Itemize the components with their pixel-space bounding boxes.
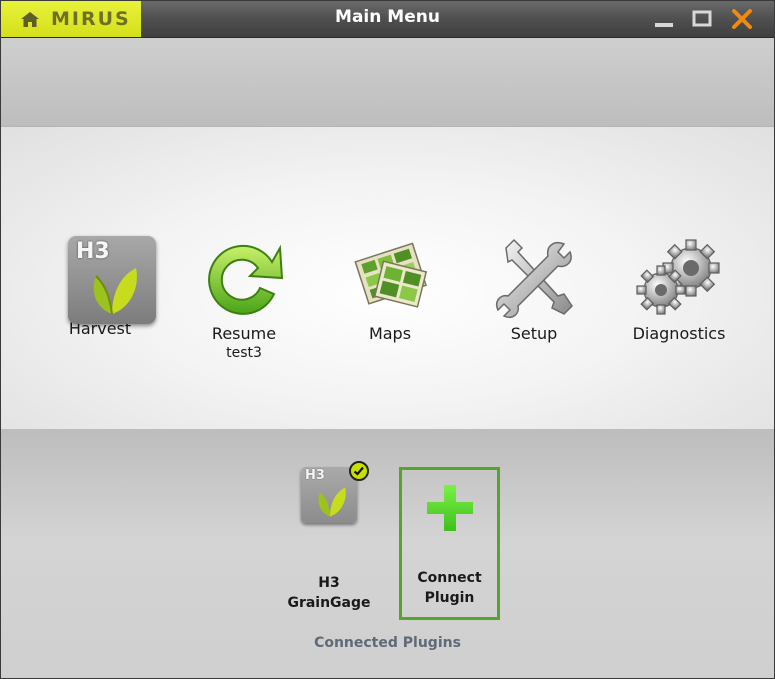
plugins-area: H3 H3 GrainGage Connect Plugin Connected… — [1, 429, 774, 678]
plugin-label-line2: GrainGage — [287, 595, 371, 611]
menu-item-resume[interactable]: Resume test3 — [179, 232, 309, 362]
menu-item-diagnostics[interactable]: Diagnostics — [614, 232, 744, 344]
plugin-label-connect: Connect Plugin — [402, 568, 497, 608]
connect-plugin-button[interactable]: Connect Plugin — [399, 467, 500, 620]
main-menu-panel: H3 Harvest Resume test3 Maps Setup Diagn… — [1, 126, 774, 430]
plugin-label-line1: H3 — [318, 575, 340, 591]
h3-harvest-icon: H3 — [50, 232, 156, 324]
plus-icon — [427, 485, 473, 531]
connect-label-line1: Connect — [417, 570, 482, 586]
plugin-label-graingage: H3 GrainGage — [279, 573, 379, 613]
resume-arrow-icon — [194, 232, 294, 324]
menu-label-setup: Setup — [510, 324, 558, 343]
maximize-icon[interactable] — [691, 9, 713, 29]
plugin-h3-graingage[interactable]: H3 H3 GrainGage — [279, 461, 379, 613]
connected-plugins-caption: Connected Plugins — [314, 635, 461, 651]
top-band — [1, 38, 774, 126]
minimize-icon[interactable] — [653, 9, 675, 29]
connect-label-line2: Plugin — [424, 590, 475, 606]
menu-item-harvest[interactable]: H3 Harvest — [35, 232, 165, 339]
gears-icon — [629, 232, 729, 324]
menu-sublabel-resume: test3 — [226, 345, 262, 361]
title-bar: MIRUS Main Menu — [1, 1, 774, 38]
h3-graingage-icon: H3 — [301, 461, 369, 523]
menu-label-diagnostics: Diagnostics — [632, 324, 726, 343]
menu-item-maps[interactable]: Maps — [325, 232, 455, 344]
connected-check-icon — [349, 461, 369, 481]
menu-label-resume: Resume — [211, 324, 277, 343]
maps-icon — [340, 232, 440, 324]
app-window: MIRUS Main Menu H3 Harvest Resume test3 … — [0, 0, 775, 679]
menu-item-setup[interactable]: Setup — [469, 232, 599, 344]
wrench-screwdriver-icon — [484, 232, 584, 324]
menu-label-maps: Maps — [368, 324, 412, 343]
close-icon[interactable] — [731, 9, 753, 29]
